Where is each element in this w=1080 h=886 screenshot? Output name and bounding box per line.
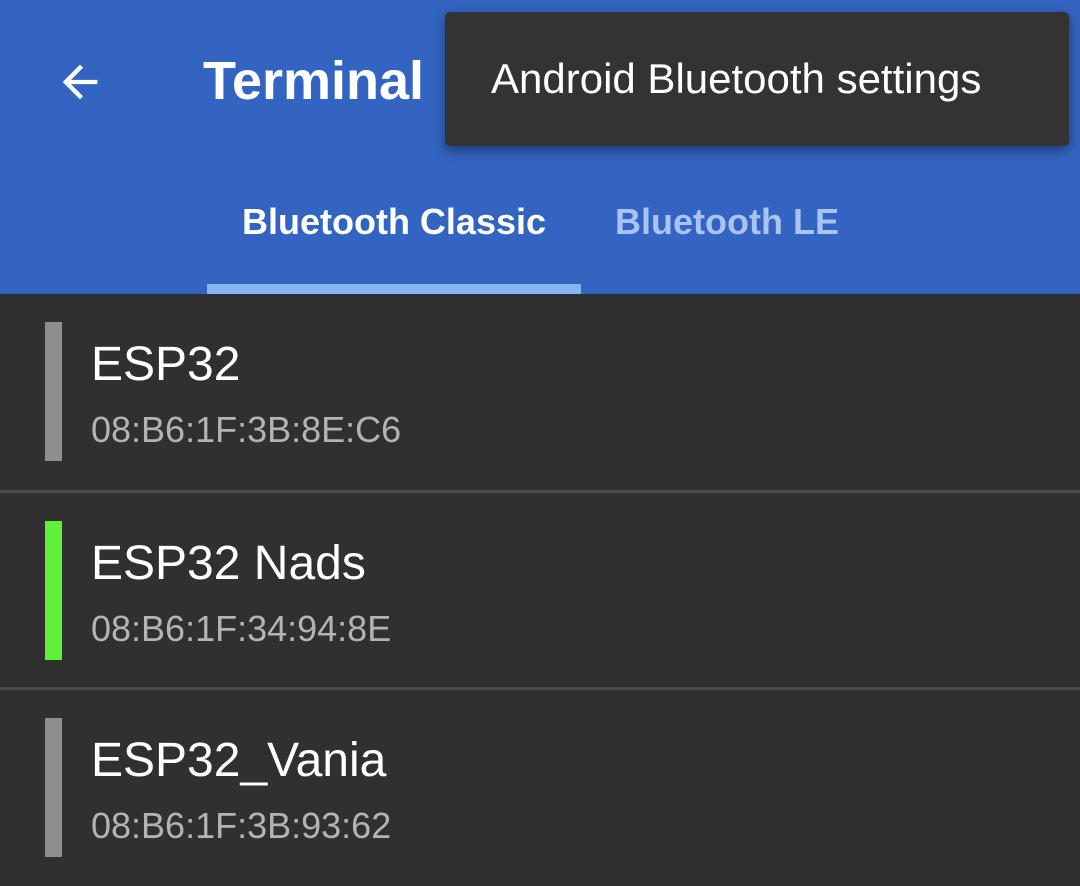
- device-address: 08:B6:1F:34:94:8E: [91, 608, 392, 649]
- device-row[interactable]: ESP32 Nads 08:B6:1F:34:94:8E: [0, 493, 1080, 689]
- tab-bluetooth-classic[interactable]: Bluetooth Classic: [207, 158, 581, 294]
- back-button[interactable]: [40, 42, 120, 122]
- arrow-left-icon: [62, 64, 98, 100]
- device-address: 08:B6:1F:3B:8E:C6: [91, 409, 402, 450]
- tab-bluetooth-le[interactable]: Bluetooth LE: [600, 158, 854, 294]
- device-row[interactable]: ESP32_Vania 08:B6:1F:3B:93:62: [0, 690, 1080, 886]
- menu-item-android-bluetooth-settings[interactable]: Android Bluetooth settings: [445, 12, 1069, 146]
- tab-indicator: [207, 284, 581, 294]
- status-bar: [45, 521, 62, 660]
- overflow-menu: Android Bluetooth settings: [445, 12, 1069, 146]
- device-row[interactable]: ESP32 08:B6:1F:3B:8E:C6: [0, 294, 1080, 490]
- device-name: ESP32: [91, 338, 241, 391]
- status-bar: [45, 322, 62, 461]
- device-name: ESP32 Nads: [91, 537, 366, 590]
- device-address: 08:B6:1F:3B:93:62: [91, 805, 392, 846]
- device-name: ESP32_Vania: [91, 734, 387, 787]
- status-bar: [45, 718, 62, 857]
- page-title: Terminal: [203, 51, 425, 111]
- tab-bar: Bluetooth Classic Bluetooth LE: [0, 158, 1080, 294]
- device-list: ESP32 08:B6:1F:3B:8E:C6 ESP32 Nads 08:B6…: [0, 294, 1080, 867]
